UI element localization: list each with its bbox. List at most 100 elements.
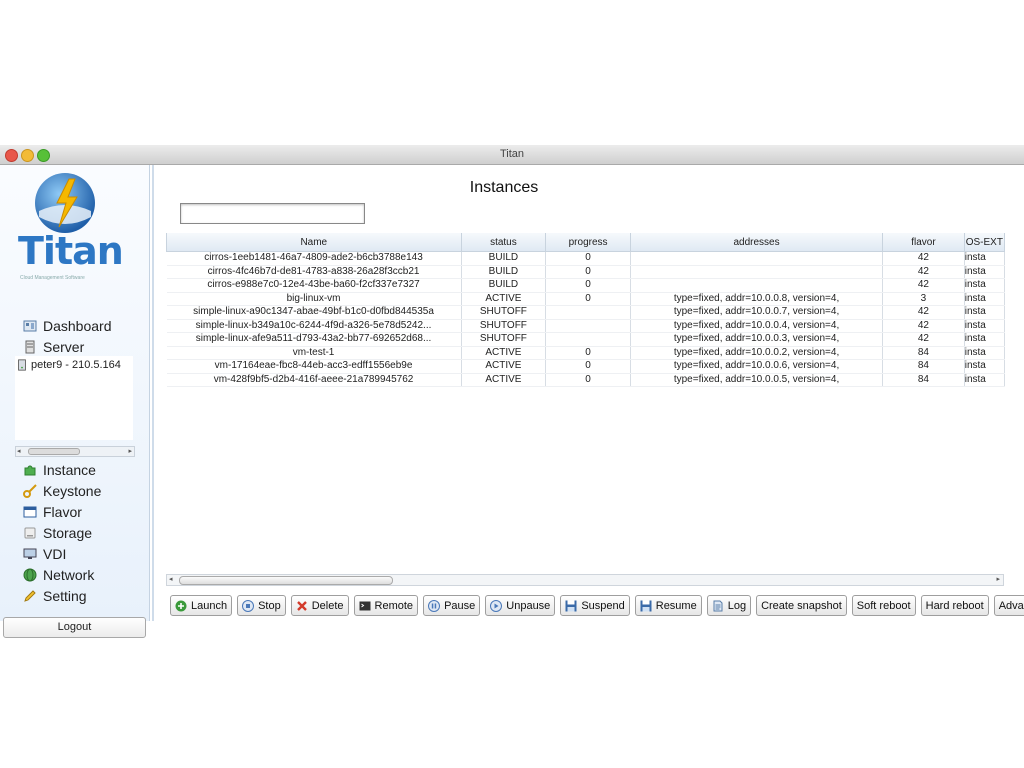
dashboard-icon — [23, 319, 37, 333]
tree-horizontal-scrollbar[interactable]: ◂ ▸ — [15, 446, 135, 457]
sidebar-item-label: Dashboard — [43, 317, 112, 334]
scroll-left-arrow-icon[interactable]: ◂ — [17, 447, 21, 455]
table-cell-status: BUILD — [461, 278, 547, 293]
table-row[interactable]: vm-428f9bf5-d2b4-416f-aeee-21a789945762 A… — [166, 373, 1005, 387]
table-row[interactable]: vm-17164eae-fbc8-44eb-acc3-edff1556eb9e A… — [166, 359, 1005, 374]
scroll-right-arrow-icon[interactable]: ▸ — [996, 575, 1000, 583]
column-header-os-ext[interactable]: OS-EXT — [963, 233, 1005, 252]
table-cell-progress: 0 — [545, 278, 631, 293]
table-cell-name: simple-linux-b349a10c-6244-4f9d-a326-5e7… — [166, 319, 462, 333]
table-cell-os-ext: insta — [964, 373, 1005, 387]
scroll-thumb[interactable] — [28, 448, 80, 455]
advance-button[interactable]: Advance — [993, 595, 1024, 616]
column-header-name[interactable]: Name — [166, 233, 462, 252]
table-cell-addresses — [630, 265, 884, 279]
table-cell-name: cirros-4fc46b7d-de81-4783-a838-26a28f3cc… — [166, 265, 462, 279]
stop-icon — [242, 599, 255, 612]
sidebar-item-setting[interactable]: Setting — [0, 585, 149, 606]
plus-circle-icon — [175, 600, 187, 612]
scroll-right-arrow-icon[interactable]: ▸ — [128, 447, 132, 455]
table-row[interactable]: vm-test-1 ACTIVE 0 type=fixed, addr=10.0.0.… — [166, 346, 1005, 360]
unpause-button[interactable]: Unpause — [485, 595, 556, 616]
sidebar-item-storage[interactable]: Storage — [0, 522, 149, 543]
button-label: Remote — [374, 599, 414, 612]
page-title: Instances — [469, 179, 539, 196]
table-cell-os-ext: insta — [964, 319, 1005, 333]
logo-subtitle: Cloud Management Software — [20, 275, 85, 281]
suspend-button[interactable]: Suspend — [560, 595, 630, 616]
table-cell-status: SHUTOFF — [461, 319, 547, 333]
table-cell-name: simple-linux-afe9a511-d793-43a2-bb77-692… — [166, 332, 462, 347]
table-cell-progress: 0 — [545, 359, 631, 374]
sidebar-item-label: Server — [43, 338, 85, 355]
table-cell-os-ext: insta — [964, 265, 1005, 279]
table-row[interactable]: simple-linux-afe9a511-d793-43a2-bb77-692… — [166, 332, 1005, 347]
table-cell-os-ext: insta — [964, 346, 1005, 360]
table-cell-status: ACTIVE — [461, 292, 547, 306]
sidebar-item-label: VDI — [43, 545, 67, 562]
column-header-addresses[interactable]: addresses — [629, 233, 884, 252]
table-row[interactable]: simple-linux-b349a10c-6244-4f9d-a326-5e7… — [166, 319, 1005, 333]
sidebar-item-label: Keystone — [43, 482, 102, 499]
soft-reboot-button[interactable]: Soft reboot — [851, 595, 916, 616]
table-cell-addresses: type=fixed, addr=10.0.0.5, version=4, — [630, 373, 884, 387]
sidebar: Titan Cloud Management Software Dashboar… — [0, 165, 150, 638]
button-label: Soft reboot — [856, 599, 911, 612]
resume-button[interactable]: Resume — [634, 595, 702, 616]
log-icon — [712, 600, 724, 612]
sidebar-item-label: Storage — [43, 524, 93, 541]
sidebar-item-label: Flavor — [43, 503, 82, 520]
app-window: Titan Titan Cloud Management Software Da… — [0, 145, 1024, 638]
button-label: Delete — [311, 599, 344, 612]
server-tree: peter9 - 210.5.164 — [15, 356, 133, 440]
column-header-flavor[interactable]: flavor — [882, 233, 965, 252]
create-snapshot-button[interactable]: Create snapshot — [756, 595, 847, 616]
table-cell-flavor: 84 — [882, 359, 965, 374]
sidebar-item-label: Instance — [43, 461, 96, 478]
tree-item-server[interactable]: peter9 - 210.5.164 — [15, 356, 133, 371]
play-icon — [490, 599, 503, 612]
logout-button[interactable]: Logout — [3, 617, 146, 638]
sidebar-item-network[interactable]: Network — [0, 564, 149, 585]
table-cell-flavor: 42 — [882, 332, 965, 347]
table-cell-progress: 0 — [545, 251, 631, 266]
table-cell-name: big-linux-vm — [166, 292, 462, 306]
table-cell-progress — [545, 305, 631, 320]
pencil-icon — [23, 589, 37, 603]
table-row[interactable]: big-linux-vm ACTIVE 0 type=fixed, addr=10.0… — [166, 292, 1005, 306]
sidebar-item-instance[interactable]: Instance — [0, 459, 149, 480]
hard-reboot-button[interactable]: Hard reboot — [920, 595, 989, 616]
button-label: Log — [727, 599, 747, 612]
table-cell-addresses — [630, 278, 884, 293]
scroll-thumb[interactable] — [179, 576, 393, 585]
sidebar-item-flavor[interactable]: Flavor — [0, 501, 149, 522]
scroll-left-arrow-icon[interactable]: ◂ — [169, 575, 173, 583]
button-label: Suspend — [581, 599, 625, 612]
key-icon — [23, 483, 37, 498]
log-button[interactable]: Log — [706, 595, 752, 616]
table-row[interactable]: cirros-e988e7c0-12e4-43be-ba60-f2cf337e7… — [166, 278, 1005, 293]
table-cell-name: cirros-e988e7c0-12e4-43be-ba60-f2cf337e7… — [166, 278, 462, 293]
pause-icon — [428, 599, 441, 612]
sidebar-top-item-server[interactable]: Server — [0, 336, 149, 357]
button-label: Hard reboot — [925, 599, 984, 612]
sidebar-item-vdi[interactable]: VDI — [0, 543, 149, 564]
table-cell-addresses — [630, 251, 884, 266]
table-cell-addresses: type=fixed, addr=10.0.0.4, version=4, — [630, 319, 884, 333]
table-row[interactable]: cirros-1eeb1481-46a7-4809-ade2-b6cb3788e… — [166, 251, 1005, 266]
pause-button[interactable]: Pause — [423, 595, 481, 616]
table-row[interactable]: cirros-4fc46b7d-de81-4783-a838-26a28f3cc… — [166, 265, 1005, 279]
stop-button[interactable]: Stop — [237, 595, 286, 616]
search-input[interactable] — [180, 203, 365, 224]
remote-button[interactable]: Remote — [353, 595, 419, 616]
column-header-status[interactable]: status — [460, 233, 547, 252]
tree-item-label: peter9 - 210.5.164 — [31, 359, 121, 371]
delete-button[interactable]: Delete — [290, 595, 349, 616]
sidebar-top-item-dashboard[interactable]: Dashboard — [0, 315, 149, 336]
table-horizontal-scrollbar[interactable]: ◂ ▸ — [166, 574, 1004, 586]
table-row[interactable]: simple-linux-a90c1347-abae-49bf-b1c0-d0f… — [166, 305, 1005, 320]
column-header-progress[interactable]: progress — [545, 233, 631, 252]
launch-button[interactable]: Launch — [170, 595, 233, 616]
sidebar-item-keystone[interactable]: Keystone — [0, 480, 149, 501]
table-cell-status: SHUTOFF — [461, 332, 547, 347]
